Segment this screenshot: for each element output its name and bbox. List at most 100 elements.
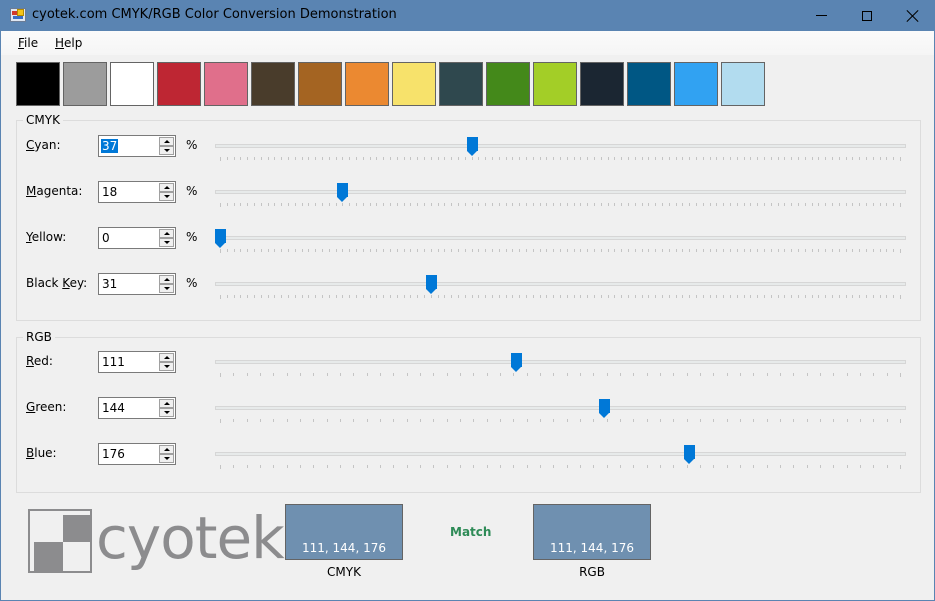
increment-button[interactable] bbox=[159, 399, 174, 408]
black-key-spinner[interactable]: 31 bbox=[98, 273, 176, 295]
increment-button[interactable] bbox=[159, 183, 174, 192]
magenta-spinner[interactable]: 18 bbox=[98, 181, 176, 203]
yellow-value-input[interactable]: 0 bbox=[101, 231, 111, 245]
slider-thumb[interactable] bbox=[426, 275, 437, 294]
blue-label: Blue: bbox=[26, 446, 57, 460]
slider-thumb[interactable] bbox=[684, 445, 695, 464]
slider-thumb[interactable] bbox=[215, 229, 226, 248]
palette-swatch[interactable] bbox=[580, 62, 624, 106]
palette-swatch[interactable] bbox=[110, 62, 154, 106]
slider-track[interactable] bbox=[215, 144, 906, 148]
red-value-input[interactable]: 111 bbox=[101, 355, 126, 369]
red-spinner[interactable]: 111 bbox=[98, 351, 176, 373]
decrement-button[interactable] bbox=[159, 408, 174, 417]
rgb-preview-value: 111, 144, 176 bbox=[550, 541, 634, 555]
slider-track[interactable] bbox=[215, 360, 906, 364]
slider-ticks bbox=[215, 295, 907, 301]
app-icon[interactable] bbox=[10, 8, 26, 22]
palette-swatch[interactable] bbox=[251, 62, 295, 106]
increment-button[interactable] bbox=[159, 445, 174, 454]
slider-thumb[interactable] bbox=[467, 137, 478, 156]
increment-button[interactable] bbox=[159, 137, 174, 146]
blue-slider[interactable] bbox=[215, 445, 907, 475]
minimize-button[interactable] bbox=[798, 0, 844, 31]
cmyk-preview-label: CMYK bbox=[327, 565, 361, 579]
slider-ticks bbox=[215, 249, 907, 255]
palette-swatch[interactable] bbox=[674, 62, 718, 106]
decrement-button[interactable] bbox=[159, 146, 174, 155]
decrement-button[interactable] bbox=[159, 284, 174, 293]
red-label: Red: bbox=[26, 354, 53, 368]
increment-button[interactable] bbox=[159, 353, 174, 362]
palette-swatch[interactable] bbox=[439, 62, 483, 106]
percent-unit: % bbox=[186, 184, 198, 198]
black-key-label: Black Key: bbox=[26, 276, 88, 290]
palette-swatch[interactable] bbox=[16, 62, 60, 106]
palette-swatch[interactable] bbox=[157, 62, 201, 106]
cyan-value-input[interactable]: 37 bbox=[101, 139, 119, 153]
magenta-value-input[interactable]: 18 bbox=[101, 185, 118, 199]
slider-track[interactable] bbox=[215, 282, 906, 286]
slider-thumb[interactable] bbox=[599, 399, 610, 418]
window-title: cyotek.com CMYK/RGB Color Conversion Dem… bbox=[32, 7, 397, 22]
decrement-button[interactable] bbox=[159, 362, 174, 371]
palette-swatch[interactable] bbox=[721, 62, 765, 106]
slider-ticks bbox=[215, 373, 907, 379]
percent-unit: % bbox=[186, 230, 198, 244]
increment-button[interactable] bbox=[159, 275, 174, 284]
slider-track[interactable] bbox=[215, 452, 906, 456]
slider-ticks bbox=[215, 157, 907, 163]
maximize-button[interactable] bbox=[844, 0, 890, 31]
palette-swatch[interactable] bbox=[298, 62, 342, 106]
decrement-button[interactable] bbox=[159, 192, 174, 201]
slider-ticks bbox=[215, 465, 907, 471]
decrement-button[interactable] bbox=[159, 454, 174, 463]
slider-track[interactable] bbox=[215, 236, 906, 240]
yellow-label: Yellow: bbox=[26, 230, 67, 244]
green-label: Green: bbox=[26, 400, 67, 414]
cyan-spinner[interactable]: 37 bbox=[98, 135, 176, 157]
slider-track[interactable] bbox=[215, 406, 906, 410]
green-slider[interactable] bbox=[215, 399, 907, 429]
minimize-icon bbox=[815, 15, 827, 16]
cyan-slider[interactable] bbox=[215, 137, 907, 167]
logo-text: cyotek bbox=[96, 504, 285, 572]
slider-ticks bbox=[215, 203, 907, 209]
close-button[interactable] bbox=[890, 0, 935, 31]
rgb-group-label: RGB bbox=[23, 330, 55, 344]
palette-swatch[interactable] bbox=[486, 62, 530, 106]
palette-swatch[interactable] bbox=[392, 62, 436, 106]
cmyk-preview-value: 111, 144, 176 bbox=[302, 541, 386, 555]
palette-swatch[interactable] bbox=[345, 62, 389, 106]
decrement-button[interactable] bbox=[159, 238, 174, 247]
percent-unit: % bbox=[186, 138, 198, 152]
palette-swatch[interactable] bbox=[533, 62, 577, 106]
palette-swatch[interactable] bbox=[627, 62, 671, 106]
menu-file[interactable]: File bbox=[18, 36, 38, 50]
yellow-spinner[interactable]: 0 bbox=[98, 227, 176, 249]
blue-spinner[interactable]: 176 bbox=[98, 443, 176, 465]
black-key-slider[interactable] bbox=[215, 275, 907, 305]
increment-button[interactable] bbox=[159, 229, 174, 238]
menu-bar: File Help bbox=[1, 31, 934, 55]
blue-value-input[interactable]: 176 bbox=[101, 447, 126, 461]
slider-thumb[interactable] bbox=[337, 183, 348, 202]
yellow-slider[interactable] bbox=[215, 229, 907, 259]
title-bar[interactable]: cyotek.com CMYK/RGB Color Conversion Dem… bbox=[1, 0, 935, 31]
green-spinner[interactable]: 144 bbox=[98, 397, 176, 419]
red-slider[interactable] bbox=[215, 353, 907, 383]
magenta-slider[interactable] bbox=[215, 183, 907, 213]
slider-ticks bbox=[215, 419, 907, 425]
green-value-input[interactable]: 144 bbox=[101, 401, 126, 415]
palette-swatch[interactable] bbox=[63, 62, 107, 106]
magenta-label: Magenta: bbox=[26, 184, 83, 198]
maximize-icon bbox=[862, 10, 872, 21]
cmyk-group-label: CMYK bbox=[23, 113, 63, 127]
slider-thumb[interactable] bbox=[511, 353, 522, 372]
percent-unit: % bbox=[186, 276, 198, 290]
palette-swatch[interactable] bbox=[204, 62, 248, 106]
black-key-value-input[interactable]: 31 bbox=[101, 277, 118, 291]
slider-track[interactable] bbox=[215, 190, 906, 194]
match-status: Match bbox=[450, 525, 492, 539]
menu-help[interactable]: Help bbox=[55, 36, 82, 50]
